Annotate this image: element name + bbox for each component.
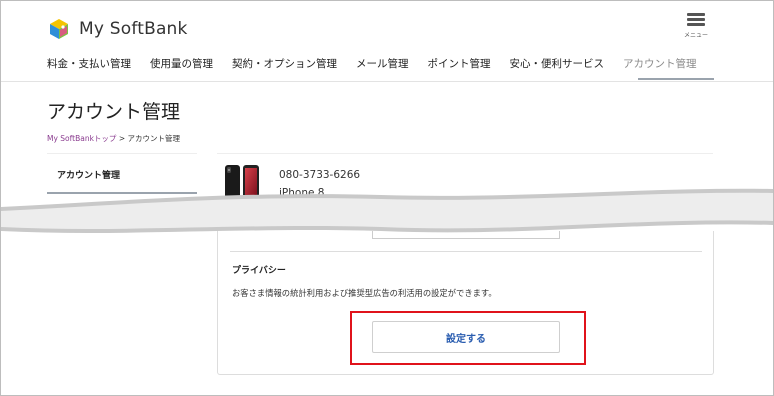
privacy-heading: プライバシー bbox=[232, 266, 286, 276]
nav-item-points[interactable]: ポイント管理 bbox=[428, 56, 491, 71]
breadcrumb-separator: > bbox=[116, 134, 128, 143]
highlight-box bbox=[350, 311, 586, 365]
breadcrumb-home-link[interactable]: My SoftBankトップ bbox=[47, 134, 116, 143]
header-divider bbox=[1, 81, 773, 82]
menu-button[interactable]: メニュー bbox=[681, 13, 711, 47]
phone-number: 080-3733-6266 bbox=[279, 169, 361, 181]
nav-item-billing[interactable]: 料金・支払い管理 bbox=[47, 56, 131, 71]
nav-item-mail[interactable]: メール管理 bbox=[356, 56, 409, 71]
menu-label: メニュー bbox=[683, 32, 708, 39]
card-divider bbox=[230, 251, 702, 252]
nav-item-account[interactable]: アカウント管理 bbox=[623, 56, 697, 71]
sidebar-item-account[interactable]: アカウント管理 bbox=[57, 168, 120, 181]
softbank-cube-icon bbox=[50, 19, 68, 39]
brand-name: My SoftBank bbox=[79, 19, 188, 39]
nav-item-contract[interactable]: 契約・オプション管理 bbox=[232, 56, 337, 71]
screenshot-frame: My SoftBank メニュー 料金・支払い管理 使用量の管理 契約・オプショ… bbox=[0, 0, 774, 396]
breadcrumb: My SoftBankトップ > アカウント管理 bbox=[47, 133, 180, 144]
cropped-button bbox=[372, 231, 560, 239]
brand-logo[interactable]: My SoftBank bbox=[47, 15, 188, 43]
hamburger-bar bbox=[687, 23, 705, 26]
privacy-description: お客さま情報の統計利用および推奨型広告の利活用の設定ができます。 bbox=[232, 288, 497, 298]
breadcrumb-current: アカウント管理 bbox=[127, 134, 181, 143]
hamburger-icon bbox=[687, 13, 705, 16]
page-title: アカウント管理 bbox=[47, 101, 181, 123]
nav-item-usage[interactable]: 使用量の管理 bbox=[150, 56, 213, 71]
hamburger-bar bbox=[687, 18, 705, 21]
global-nav: 料金・支払い管理 使用量の管理 契約・オプション管理 メール管理 ポイント管理 … bbox=[47, 56, 697, 71]
nav-active-indicator bbox=[638, 78, 714, 80]
nav-item-services[interactable]: 安心・便利サービス bbox=[510, 56, 605, 71]
